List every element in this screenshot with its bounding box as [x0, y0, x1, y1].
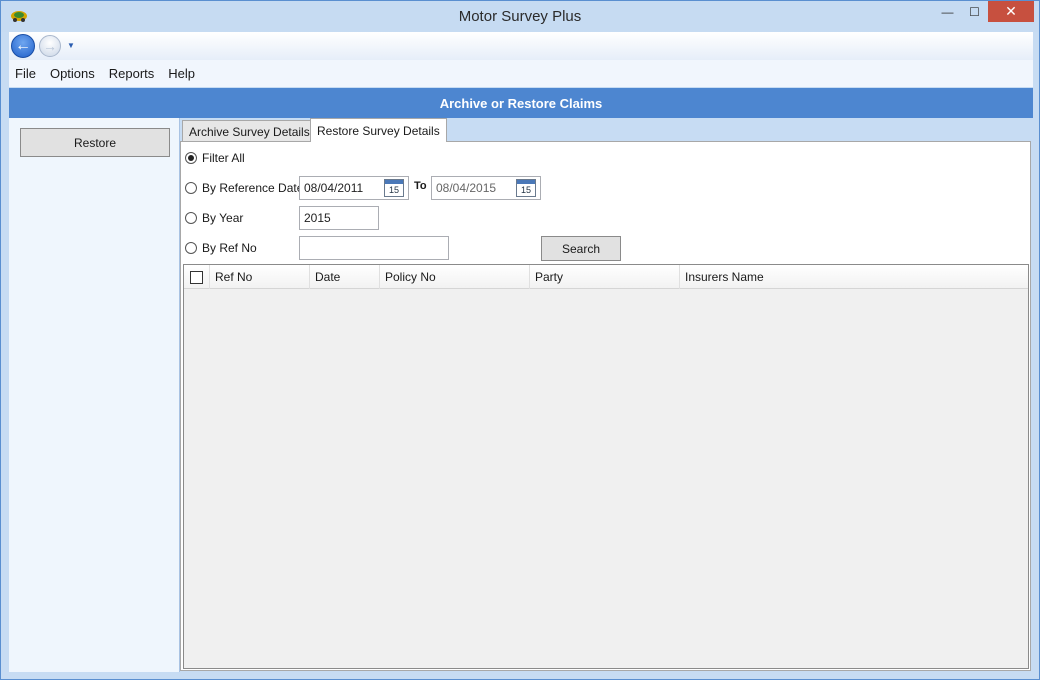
tab-archive-survey-details[interactable]: Archive Survey Details [182, 120, 317, 143]
filter-all-label: Filter All [202, 151, 245, 165]
maximize-button[interactable]: ☐ [961, 1, 988, 22]
filter-all-option[interactable]: Filter All [185, 151, 245, 165]
forward-arrow-icon[interactable]: → [39, 35, 61, 57]
column-policy-no[interactable]: Policy No [380, 265, 530, 289]
by-ref-no-option[interactable]: By Ref No [185, 241, 257, 255]
menu-reports[interactable]: Reports [109, 66, 155, 81]
year-value: 2015 [304, 211, 331, 225]
calendar-icon[interactable]: 15 [516, 179, 536, 197]
from-date-field[interactable]: 08/04/2011 15 [299, 176, 409, 200]
year-field[interactable]: 2015 [299, 206, 379, 230]
navigation-bar: ← → ▼ [9, 32, 1033, 60]
select-all-checkbox[interactable] [190, 270, 203, 284]
by-reference-date-label: By Reference Date [202, 181, 304, 195]
by-reference-date-option[interactable]: By Reference Date [185, 181, 303, 195]
back-arrow-icon[interactable]: ← [11, 34, 35, 58]
tab-restore-survey-details[interactable]: Restore Survey Details [310, 118, 447, 142]
menu-file[interactable]: File [15, 66, 36, 81]
column-date[interactable]: Date [310, 265, 380, 289]
column-ref-no[interactable]: Ref No [210, 265, 310, 289]
by-ref-no-label: By Ref No [202, 241, 257, 255]
menu-bar: File Options Reports Help [9, 60, 1033, 87]
app-window: Motor Survey Plus — ☐ ✕ ← → ▼ File Optio… [0, 0, 1040, 680]
window-title: Motor Survey Plus [458, 8, 582, 25]
to-label: To [414, 180, 427, 192]
by-reference-date-radio[interactable] [185, 182, 197, 194]
by-year-radio[interactable] [185, 212, 197, 224]
claims-grid[interactable]: Ref No Date Policy No Party Insurers Nam… [183, 264, 1029, 669]
menu-help[interactable]: Help [168, 66, 195, 81]
by-year-option[interactable]: By Year [185, 211, 243, 225]
search-button[interactable]: Search [541, 236, 621, 261]
calendar-icon[interactable]: 15 [384, 179, 404, 197]
column-party[interactable]: Party [530, 265, 680, 289]
by-year-label: By Year [202, 211, 244, 225]
restore-panel: Filter All By Reference Date 08/04/2011 … [180, 141, 1031, 671]
restore-button[interactable]: Restore [20, 128, 170, 157]
filter-all-radio[interactable] [185, 152, 197, 164]
to-date-field[interactable]: 08/04/2015 15 [431, 176, 541, 200]
minimize-button[interactable]: — [934, 1, 961, 22]
close-button[interactable]: ✕ [988, 1, 1034, 22]
nav-dropdown-icon[interactable]: ▼ [67, 41, 75, 50]
select-all-cell[interactable] [184, 265, 210, 289]
page-title: Archive or Restore Claims [9, 88, 1033, 118]
left-sidebar: Restore [9, 118, 180, 672]
title-bar: Motor Survey Plus — ☐ ✕ [1, 1, 1039, 32]
grid-header: Ref No Date Policy No Party Insurers Nam… [184, 265, 1028, 289]
from-date-value: 08/04/2011 [304, 181, 364, 195]
ref-no-field[interactable] [299, 236, 449, 260]
by-ref-no-radio[interactable] [185, 242, 197, 254]
menu-options[interactable]: Options [50, 66, 95, 81]
column-insurers-name[interactable]: Insurers Name [680, 265, 1028, 289]
to-date-value: 08/04/2015 [436, 181, 497, 195]
